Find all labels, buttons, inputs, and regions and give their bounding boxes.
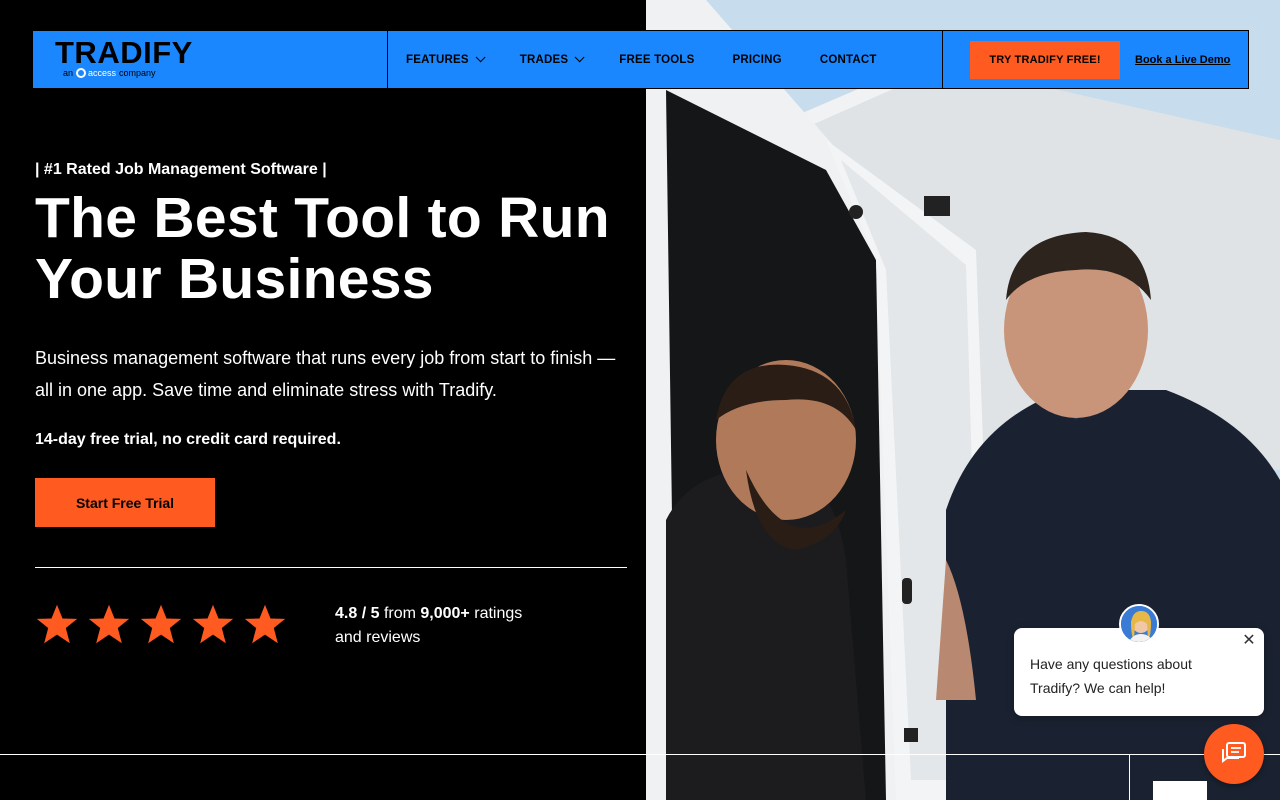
- hero-eyebrow: | #1 Rated Job Management Software |: [35, 161, 327, 178]
- chat-message: Have any questions about Tradify? We can…: [1030, 656, 1192, 696]
- hero-divider: [35, 567, 627, 568]
- section-divider: [0, 754, 1280, 755]
- chat-icon: [1222, 742, 1246, 763]
- rating-stars: [35, 602, 287, 646]
- hero-headline: The Best Tool to Run Your Business: [35, 186, 610, 311]
- try-tradify-free-button[interactable]: TRY TRADIFY FREE!: [970, 40, 1120, 79]
- top-nav: TRADIFY an access company FEATURES TRADE…: [32, 30, 1249, 89]
- star-icon: [192, 604, 234, 644]
- nav-item-label: FEATURES: [406, 53, 469, 66]
- rating-suffix-2: and reviews: [335, 629, 421, 646]
- access-brand: access: [76, 68, 116, 78]
- logo[interactable]: TRADIFY an access company: [33, 31, 388, 88]
- nav-item-free-tools[interactable]: FREE TOOLS: [619, 54, 694, 66]
- hero-description: Business management software that runs e…: [35, 348, 616, 400]
- rating-count: 9,000+: [420, 605, 470, 622]
- star-icon: [140, 604, 182, 644]
- nav-item-contact[interactable]: CONTACT: [820, 54, 877, 66]
- logo-tagline-suffix: company: [119, 68, 156, 78]
- nav-item-trades[interactable]: TRADES: [519, 52, 585, 66]
- nav-item-label: FREE TOOLS: [619, 53, 695, 66]
- star-icon: [244, 604, 286, 644]
- logo-tagline: an access company: [63, 68, 156, 78]
- chat-agent-avatar: [1119, 604, 1159, 644]
- nav-cta-group: TRY TRADIFY FREE! Book a Live Demo: [943, 31, 1248, 88]
- nav-item-label: PRICING: [732, 53, 782, 66]
- rating-summary: 4.8 / 5 from 9,000+ ratings and reviews: [335, 602, 555, 650]
- section-divider-vertical: [1129, 754, 1130, 800]
- logo-wordmark: TRADIFY: [55, 35, 193, 70]
- next-section-thumbnail: [1153, 781, 1207, 800]
- access-ring-icon: [76, 68, 87, 78]
- rating-suffix-1: ratings: [474, 605, 523, 622]
- logo-tagline-prefix: an: [63, 68, 74, 78]
- book-live-demo-link[interactable]: Book a Live Demo: [1135, 54, 1230, 66]
- star-icon: [88, 604, 130, 644]
- rating-score: 4.8 / 5: [335, 605, 380, 622]
- start-free-trial-button[interactable]: Start Free Trial: [35, 478, 215, 527]
- trial-note: 14-day free trial, no credit card requir…: [35, 431, 341, 448]
- rating-from: from: [383, 605, 416, 622]
- nav-item-label: TRADES: [519, 53, 569, 66]
- star-icon: [36, 604, 78, 644]
- close-icon[interactable]: ✕: [1242, 633, 1256, 649]
- nav-item-features[interactable]: FEATURES: [406, 52, 486, 66]
- nav-item-label: CONTACT: [819, 53, 877, 66]
- main-menu: FEATURES TRADES FREE TOOLS PRICING CONTA…: [388, 31, 943, 88]
- access-label: access: [88, 68, 117, 78]
- chat-launcher-button[interactable]: [1204, 724, 1264, 784]
- chevron-down-icon: [475, 52, 486, 63]
- nav-item-pricing[interactable]: PRICING: [733, 54, 782, 66]
- chevron-down-icon: [574, 52, 585, 63]
